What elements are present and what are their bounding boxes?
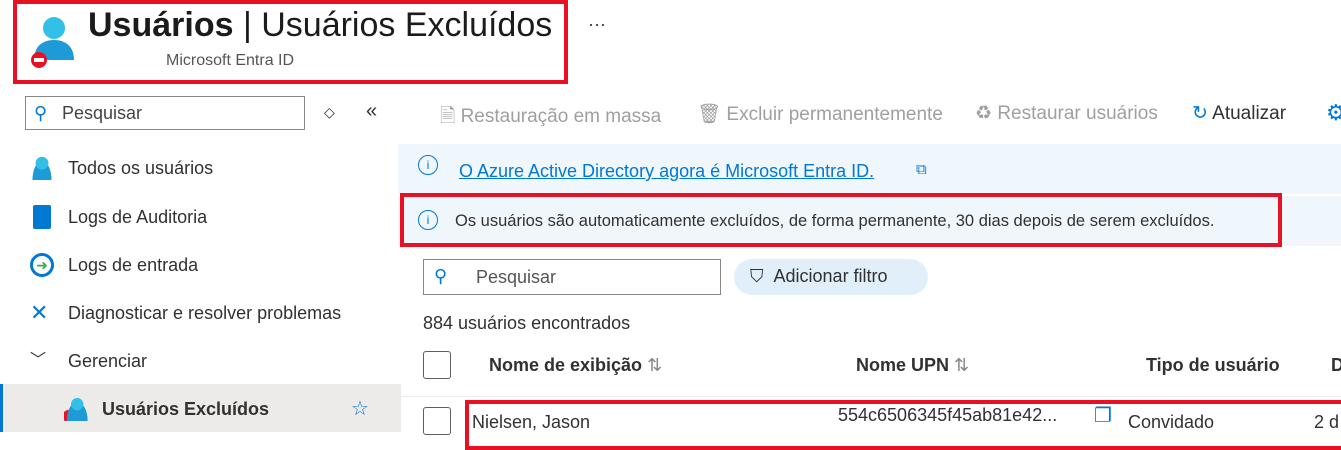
- sidebar-group-manage[interactable]: ﹀ Gerenciar: [30, 349, 147, 373]
- collapse-icon[interactable]: «: [366, 100, 377, 123]
- bulk-restore-button[interactable]: 🗎 Restauração em massa: [440, 102, 661, 134]
- result-count: 884 usuários encontrados: [423, 313, 631, 333]
- column-display-name[interactable]: Nome de exibição ⇅: [489, 355, 662, 376]
- restore-users-button[interactable]: ♻ Restaurar usuários: [975, 102, 1158, 125]
- refresh-button[interactable]: ↻ Atualizar: [1192, 102, 1286, 125]
- select-all-checkbox[interactable]: [423, 351, 451, 379]
- column-upn[interactable]: Nome UPN ⇅: [856, 355, 969, 376]
- sidebar-item-sign-in-logs[interactable]: ➜ Logs de entrada: [30, 253, 198, 277]
- entra-link[interactable]: O Azure Active Directory agora é Microso…: [459, 161, 874, 182]
- row-display-name[interactable]: Nielsen, Jason: [472, 412, 590, 433]
- sign-in-icon: ➜: [30, 253, 54, 277]
- copy-icon[interactable]: ❐: [1094, 403, 1112, 428]
- search-icon: ⚲: [434, 266, 448, 286]
- row-date: 2 d: [1314, 412, 1340, 432]
- user-icon: [30, 156, 54, 180]
- row-upn: 554c6506345f45ab81e42...: [838, 405, 1058, 425]
- row-checkbox[interactable]: [423, 407, 451, 435]
- wrench-icon: ✕: [30, 300, 49, 325]
- sidebar-item-audit-logs[interactable]: Logs de Auditoria: [30, 205, 207, 229]
- delete-permanently-button[interactable]: 🗑 Excluir permanentemente: [697, 102, 943, 126]
- favorite-star-icon[interactable]: ☆: [351, 396, 369, 421]
- list-search-input[interactable]: Pesquisar: [423, 259, 721, 295]
- search-icon: ⚲: [34, 103, 48, 123]
- chevron-down-icon: ﹀: [30, 352, 47, 369]
- page-title: Usuários | Usuários Excluídos: [88, 6, 553, 44]
- sort-icon[interactable]: ◇: [324, 104, 335, 121]
- sidebar-item-all-users[interactable]: Todos os usuários: [30, 156, 213, 180]
- deleted-user-icon: [31, 17, 74, 68]
- more-button[interactable]: ···: [588, 14, 606, 35]
- book-icon: [33, 205, 51, 229]
- info-icon: i: [418, 210, 438, 230]
- external-link-icon: ⧉: [916, 161, 927, 178]
- sidebar-item-deleted-users[interactable]: Usuários Excluídos: [64, 397, 269, 421]
- row-user-type: Convidado: [1128, 412, 1215, 432]
- sidebar-item-diagnose[interactable]: ✕ Diagnosticar e resolver problemas: [30, 301, 341, 325]
- info-icon: i: [418, 155, 438, 175]
- refresh-icon: ↻: [1192, 103, 1208, 124]
- divider: [398, 396, 1341, 397]
- settings-icon[interactable]: ⚙: [1326, 100, 1341, 126]
- filter-icon: ⛉: [750, 266, 764, 286]
- column-date[interactable]: D: [1331, 355, 1341, 376]
- deleted-user-icon: [64, 397, 88, 421]
- column-user-type[interactable]: Tipo de usuário: [1146, 355, 1280, 376]
- auto-delete-notice: Os usuários são automaticamente excluído…: [455, 212, 1215, 230]
- add-filter-button[interactable]: ⛉ Adicionar filtro: [734, 259, 928, 295]
- sidebar-search-input[interactable]: Pesquisar: [25, 96, 305, 130]
- page-subtitle: Microsoft Entra ID: [166, 52, 295, 69]
